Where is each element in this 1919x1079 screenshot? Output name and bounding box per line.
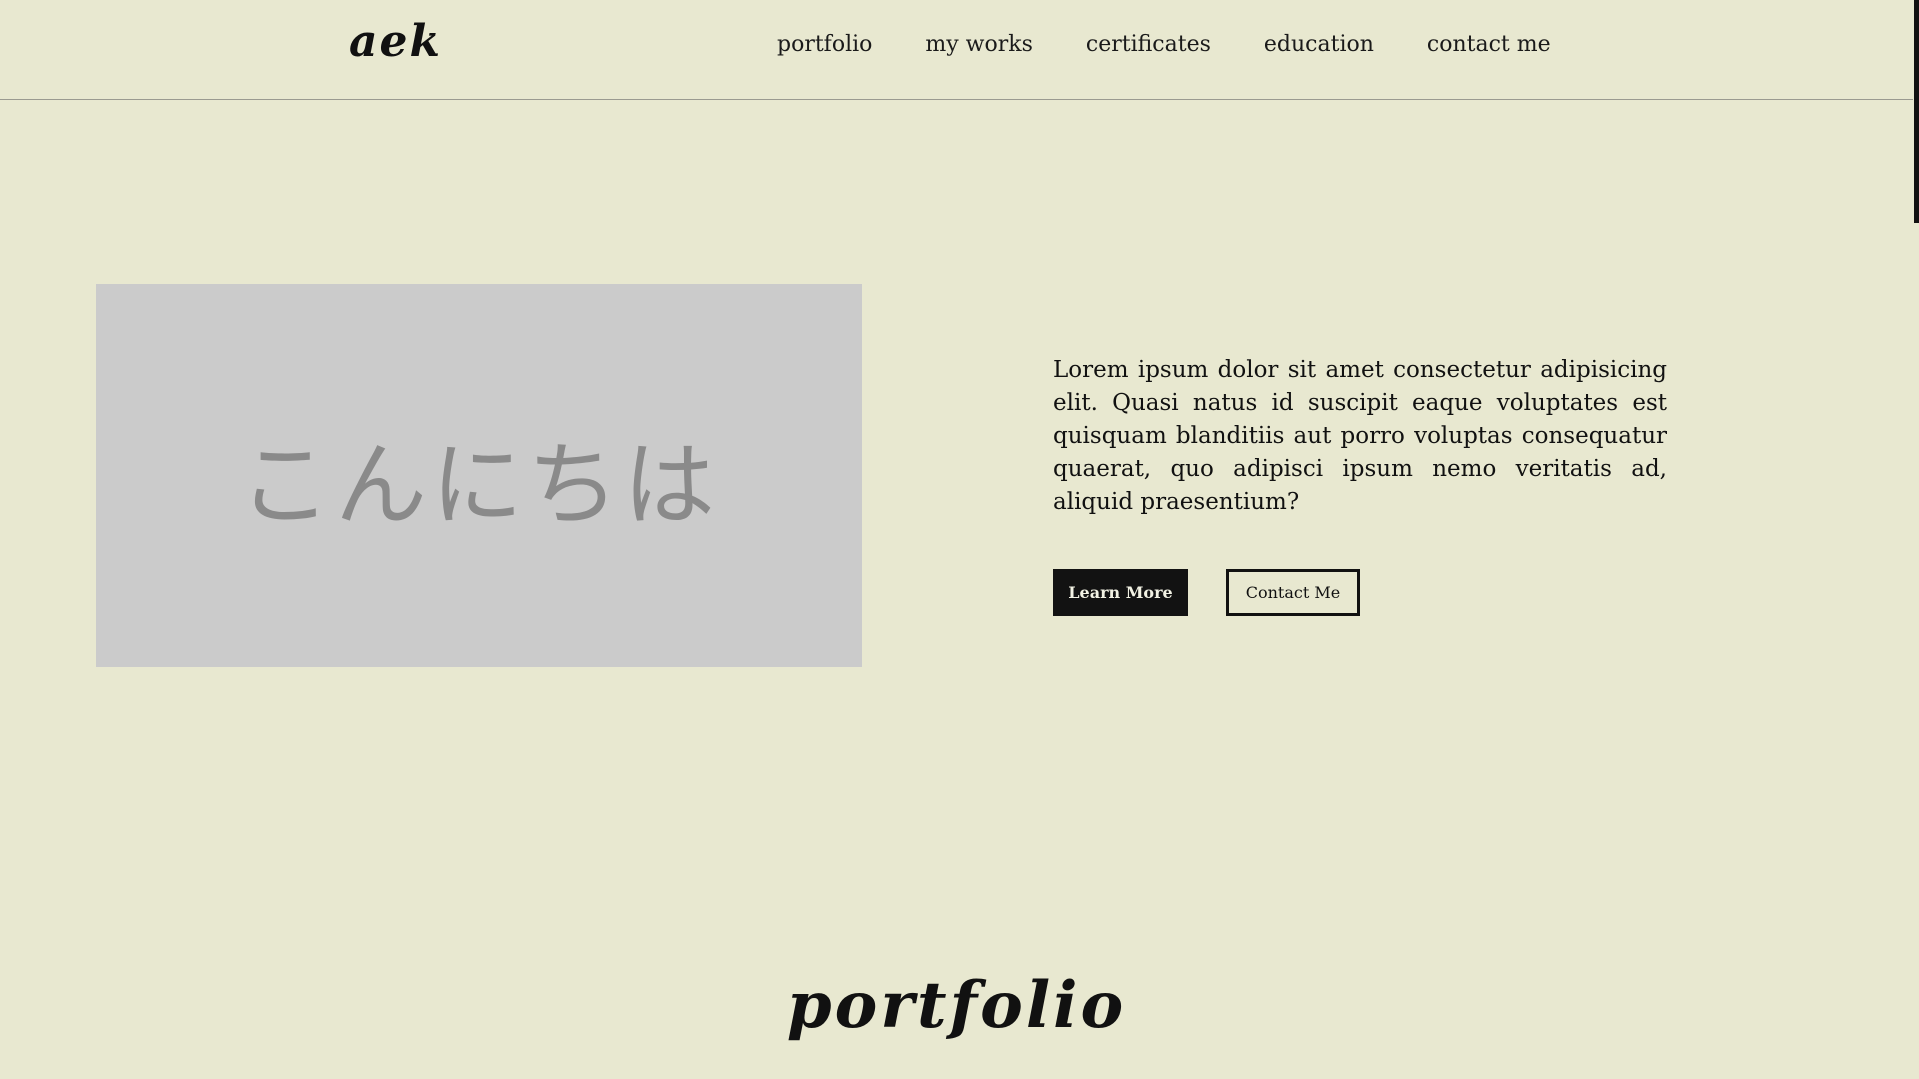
scrollbar-track[interactable] [1913, 0, 1919, 1079]
hero-image-placeholder: こんにちは [96, 284, 862, 667]
portfolio-section-title: portfolio [786, 968, 1127, 1044]
page: aek portfolio my works certificates educ… [0, 0, 1919, 1079]
hero-paragraph: Lorem ipsum dolor sit amet consectetur a… [1053, 357, 1667, 515]
main-nav: portfolio my works certificates educatio… [777, 32, 1551, 57]
nav-item-education[interactable]: education [1264, 32, 1374, 57]
site-logo[interactable]: aek [349, 16, 442, 67]
contact-me-button[interactable]: Contact Me [1226, 569, 1360, 616]
nav-item-certificates[interactable]: certificates [1086, 32, 1211, 57]
nav-item-contact-me[interactable]: contact me [1427, 32, 1551, 57]
hero-image-text: こんにちは [238, 432, 719, 539]
site-header: aek portfolio my works certificates educ… [0, 0, 1913, 100]
nav-item-my-works[interactable]: my works [925, 32, 1033, 57]
learn-more-button[interactable]: Learn More [1053, 569, 1188, 616]
scrollbar-thumb[interactable] [1914, 0, 1919, 223]
nav-item-portfolio[interactable]: portfolio [777, 32, 872, 57]
